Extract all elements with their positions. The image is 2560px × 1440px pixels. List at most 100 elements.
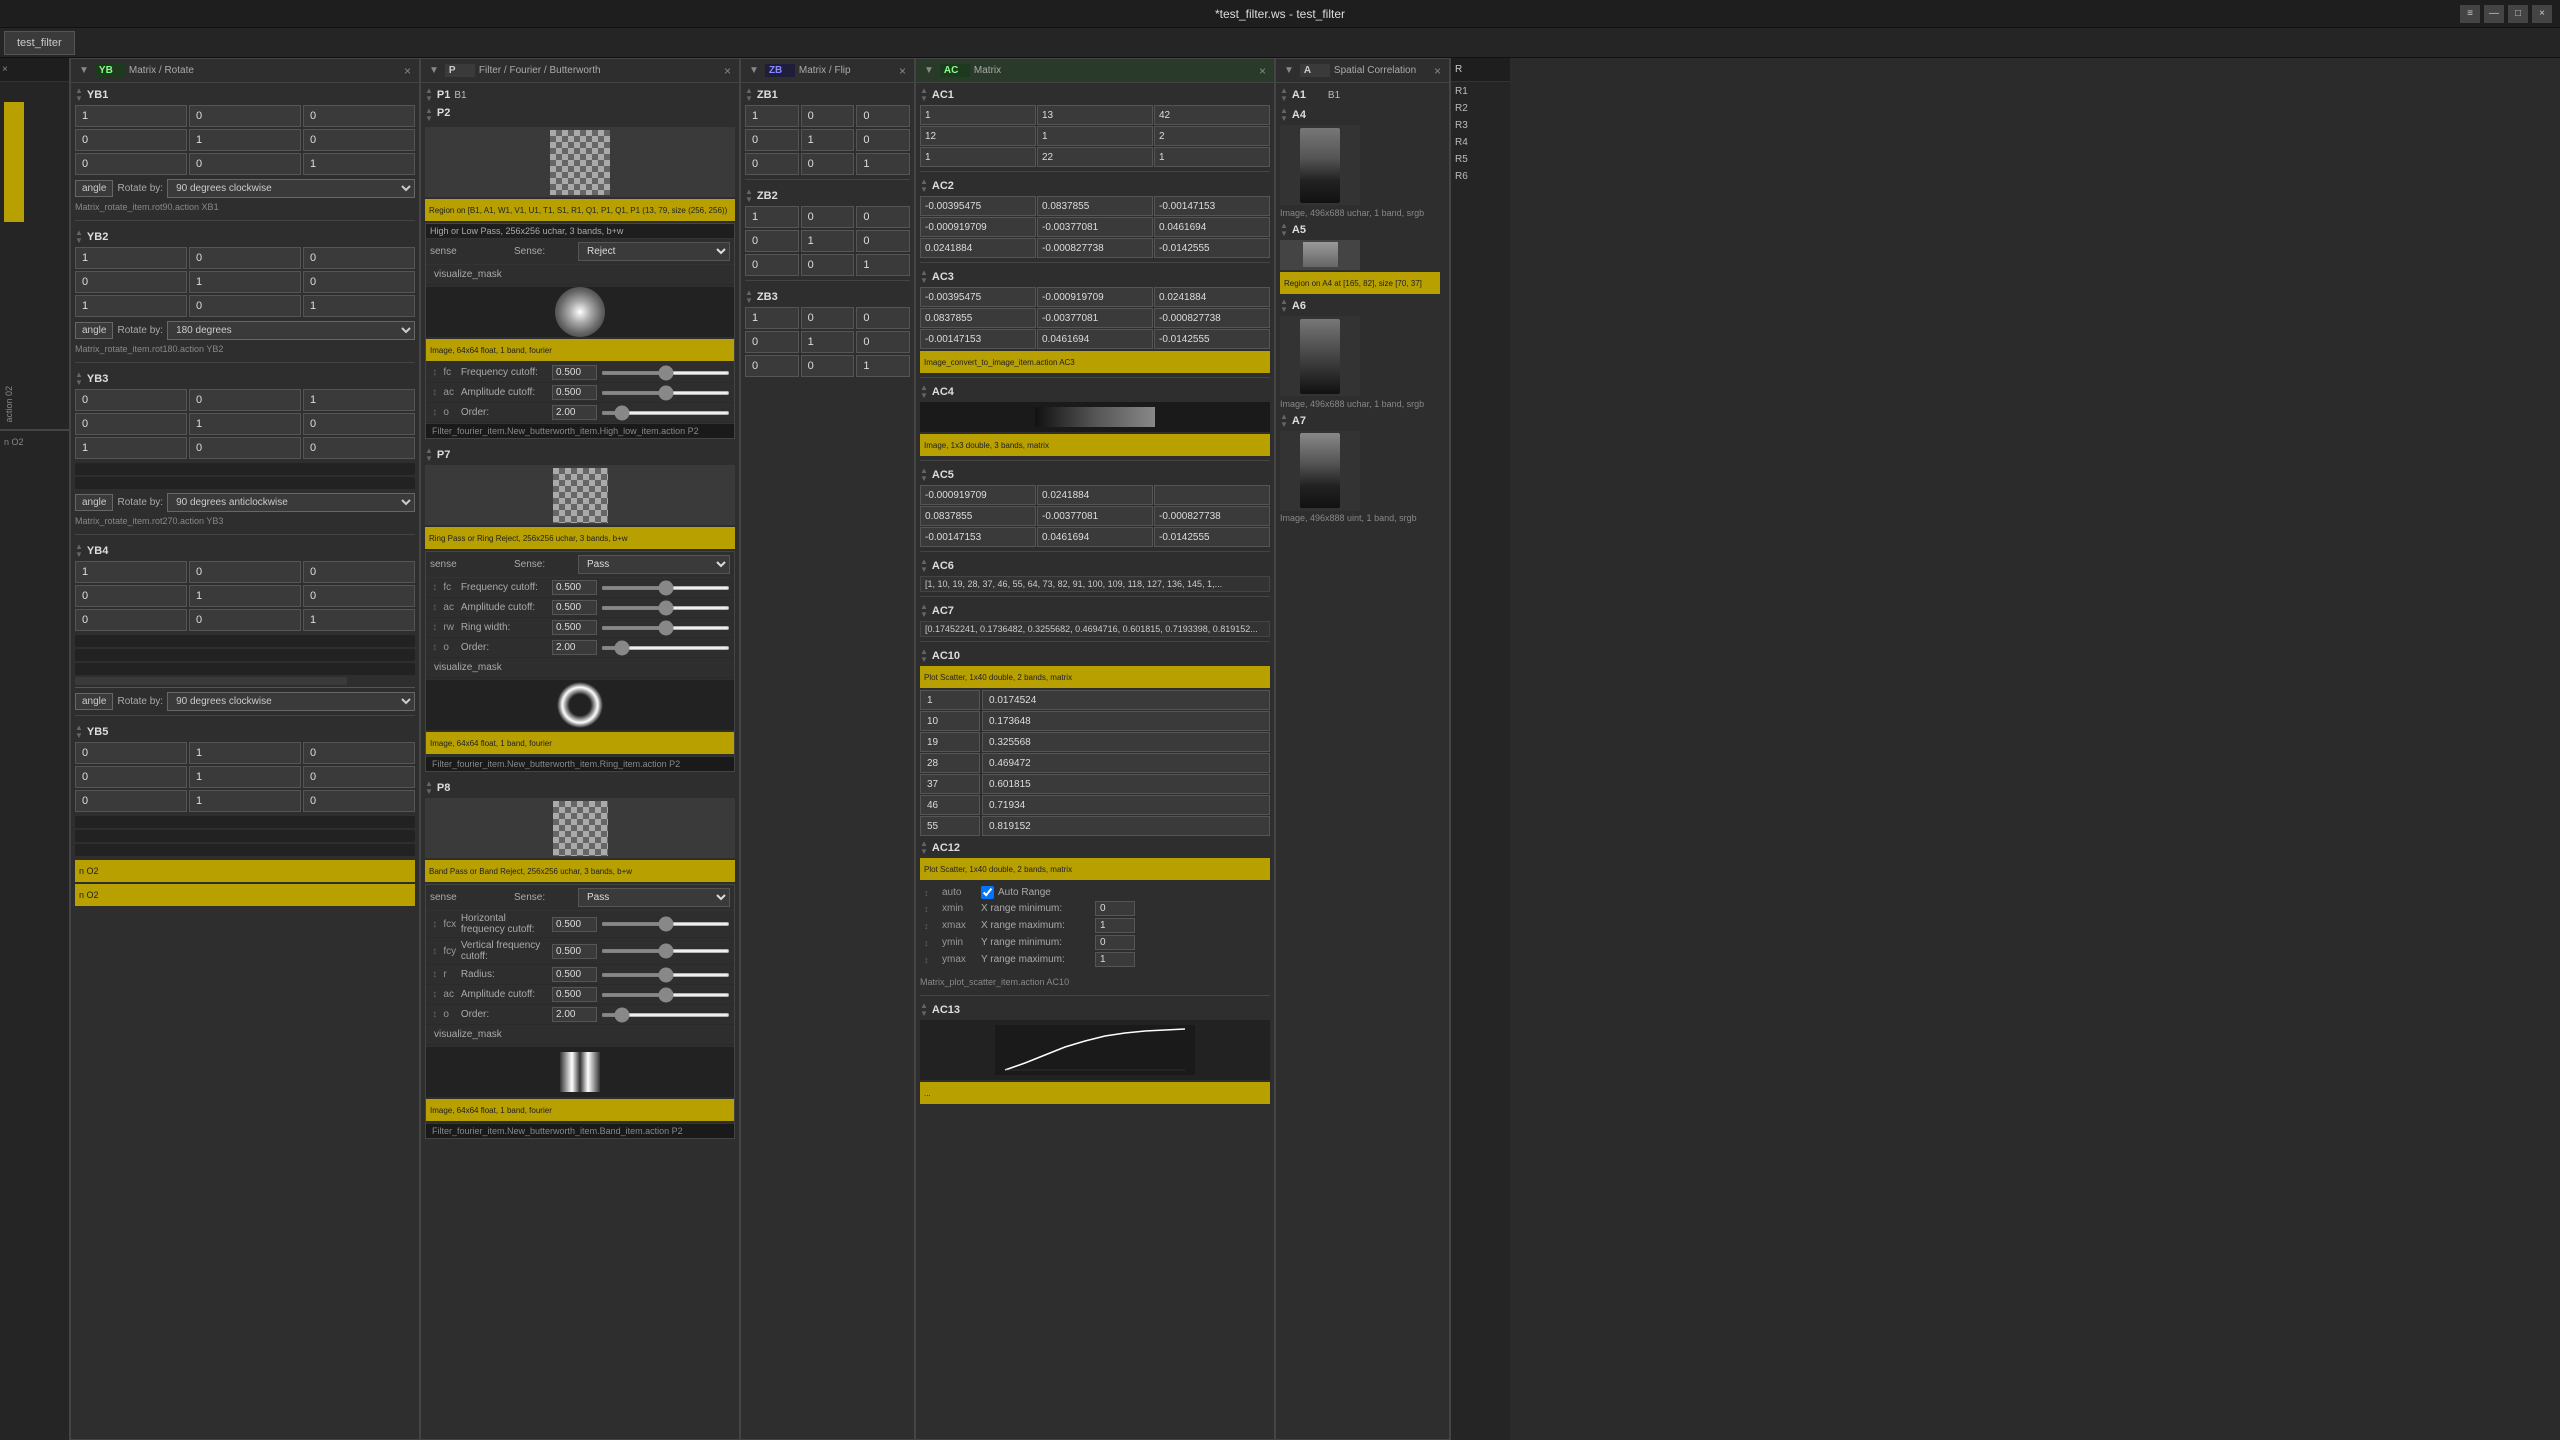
spatial-id: A bbox=[1300, 64, 1330, 77]
p2-fc-slider[interactable] bbox=[601, 371, 730, 375]
p8-r-row: ↕ r Radius: bbox=[426, 965, 734, 985]
p8-fcx-input[interactable] bbox=[552, 917, 597, 932]
yb4-rotate-select[interactable]: 90 degrees clockwise bbox=[167, 692, 415, 711]
p7-block: sense Sense: Pass Reject ↕ fc Frequency … bbox=[425, 551, 735, 772]
yb4-arrows[interactable]: ▲▼ bbox=[75, 543, 83, 559]
ac-id: AC bbox=[940, 64, 970, 77]
ac4-arrows[interactable]: ▲▼ bbox=[920, 384, 928, 400]
p8-r-slider[interactable] bbox=[601, 973, 730, 977]
yb2-rotate-select[interactable]: 90 degrees clockwise 180 degrees 90 degr… bbox=[167, 321, 415, 340]
ac12-arrows[interactable]: ▲▼ bbox=[920, 840, 928, 856]
p2-fc-input[interactable] bbox=[552, 365, 597, 380]
ac5-arrows[interactable]: ▲▼ bbox=[920, 467, 928, 483]
p8-fcx-slider[interactable] bbox=[601, 922, 730, 926]
ymin-input[interactable] bbox=[1095, 935, 1135, 950]
p7-sense-select[interactable]: Pass Reject bbox=[578, 555, 730, 574]
ac13-preview bbox=[920, 1020, 1270, 1080]
xmin-input[interactable] bbox=[1095, 901, 1135, 916]
zb3-arrows[interactable]: ▲▼ bbox=[745, 289, 753, 305]
yb2-arrows[interactable]: ▲▼ bbox=[75, 229, 83, 245]
p8-o-input[interactable] bbox=[552, 1007, 597, 1022]
p8-fcx-row: ↕ fcx Horizontal frequency cutoff: bbox=[426, 911, 734, 938]
p2-o-slider[interactable] bbox=[601, 411, 730, 415]
p7-o-input[interactable] bbox=[552, 640, 597, 655]
p7-rw-input[interactable] bbox=[552, 620, 597, 635]
p8-arrows[interactable]: ▲▼ bbox=[425, 780, 433, 796]
yb5-arrows[interactable]: ▲▼ bbox=[75, 724, 83, 740]
p2-sense-select[interactable]: Reject Pass bbox=[578, 242, 730, 261]
menu-button[interactable]: ≡ bbox=[2460, 5, 2480, 23]
p2-ac-slider[interactable] bbox=[601, 391, 730, 395]
fourier-collapse[interactable]: ▼ bbox=[427, 65, 441, 76]
ac2-arrows[interactable]: ▲▼ bbox=[920, 178, 928, 194]
spatial-collapse[interactable]: ▼ bbox=[1282, 65, 1296, 76]
ac-content: ▲▼ AC1 11342 1212 1221 ▲▼ AC2 -0.0039547… bbox=[916, 83, 1274, 1439]
p7-rw-slider[interactable] bbox=[601, 626, 730, 630]
p2-ac-row: ↕ ac Amplitude cutoff: bbox=[426, 383, 734, 403]
yb3-rotate-select[interactable]: 90 degrees clockwise 180 degrees 90 degr… bbox=[167, 493, 415, 512]
yb3-matrix: 001 010 100 bbox=[75, 389, 415, 459]
window-title: *test_filter.ws - test_filter bbox=[1215, 7, 1345, 21]
yb1-rotate-select[interactable]: 90 degrees clockwise 180 degrees 90 degr… bbox=[167, 179, 415, 198]
auto-range-checkbox[interactable] bbox=[981, 886, 994, 899]
ac1-block: ▲▼ AC1 11342 1212 1221 bbox=[920, 87, 1270, 172]
yb1-arrows[interactable]: ▲▼ bbox=[75, 87, 83, 103]
close-button[interactable]: × bbox=[2532, 5, 2552, 23]
ymax-input[interactable] bbox=[1095, 952, 1135, 967]
p8-sense-select[interactable]: Pass Reject bbox=[578, 888, 730, 907]
ac10-arrows[interactable]: ▲▼ bbox=[920, 648, 928, 664]
p2-ac-input[interactable] bbox=[552, 385, 597, 400]
maximize-button[interactable]: □ bbox=[2508, 5, 2528, 23]
ac3-arrows[interactable]: ▲▼ bbox=[920, 269, 928, 285]
flip-close[interactable]: × bbox=[897, 64, 908, 78]
a4-arrows[interactable]: ▲▼ bbox=[1280, 107, 1288, 123]
tab-test-filter[interactable]: test_filter bbox=[4, 31, 75, 55]
p8-o-slider[interactable] bbox=[601, 1013, 730, 1017]
ac13-arrows[interactable]: ▲▼ bbox=[920, 1002, 928, 1018]
p1-arrows[interactable]: ▲▼ bbox=[425, 87, 433, 103]
p7-ac-slider[interactable] bbox=[601, 606, 730, 610]
ac-collapse[interactable]: ▼ bbox=[922, 65, 936, 76]
a6-arrows[interactable]: ▲▼ bbox=[1280, 298, 1288, 314]
p7-fc-input[interactable] bbox=[552, 580, 597, 595]
yb1-block: ▲▼ YB1 100 010 001 angle Rotate by: 90 d… bbox=[75, 87, 415, 221]
ac-close[interactable]: × bbox=[1257, 64, 1268, 78]
ac6-text: [1, 10, 19, 28, 37, 46, 55, 64, 73, 82, … bbox=[920, 576, 1270, 592]
ac7-arrows[interactable]: ▲▼ bbox=[920, 603, 928, 619]
matrix-rotate-collapse[interactable]: ▼ bbox=[77, 65, 91, 76]
yb2-angle-btn[interactable]: angle bbox=[75, 322, 113, 339]
r1-label: R1 bbox=[1455, 86, 1506, 97]
left-panel-collapse[interactable]: × bbox=[0, 64, 10, 75]
xmax-input[interactable] bbox=[1095, 918, 1135, 933]
minimize-button[interactable]: — bbox=[2484, 5, 2504, 23]
ac1-arrows[interactable]: ▲▼ bbox=[920, 87, 928, 103]
p7-ac-input[interactable] bbox=[552, 600, 597, 615]
a7-arrows[interactable]: ▲▼ bbox=[1280, 413, 1288, 429]
fourier-close[interactable]: × bbox=[722, 64, 733, 78]
p7-o-slider[interactable] bbox=[601, 646, 730, 650]
left-action-panel: × action 02 n O2 bbox=[0, 58, 70, 1440]
p2-o-input[interactable] bbox=[552, 405, 597, 420]
zb2-arrows[interactable]: ▲▼ bbox=[745, 188, 753, 204]
p7-arrows[interactable]: ▲▼ bbox=[425, 447, 433, 463]
p7-fc-slider[interactable] bbox=[601, 586, 730, 590]
zb1-arrows[interactable]: ▲▼ bbox=[745, 87, 753, 103]
p8-fcy-input[interactable] bbox=[552, 944, 597, 959]
yb1-angle-btn[interactable]: angle bbox=[75, 180, 113, 197]
matrix-rotate-close[interactable]: × bbox=[402, 64, 413, 78]
p8-fcy-slider[interactable] bbox=[601, 949, 730, 953]
p8-ac-slider[interactable] bbox=[601, 993, 730, 997]
p8-r-input[interactable] bbox=[552, 967, 597, 982]
yb3-arrows[interactable]: ▲▼ bbox=[75, 371, 83, 387]
p2-arrows[interactable]: ▲▼ bbox=[425, 107, 433, 123]
p8-ac-input[interactable] bbox=[552, 987, 597, 1002]
a5-arrows[interactable]: ▲▼ bbox=[1280, 222, 1288, 238]
matrix-rotate-title: Matrix / Rotate bbox=[129, 65, 194, 76]
yb4-angle-btn[interactable]: angle bbox=[75, 693, 113, 710]
a1-arrows[interactable]: ▲▼ bbox=[1280, 87, 1288, 103]
flip-id: ZB bbox=[765, 64, 795, 77]
ac6-arrows[interactable]: ▲▼ bbox=[920, 558, 928, 574]
yb3-angle-btn[interactable]: angle bbox=[75, 494, 113, 511]
flip-collapse[interactable]: ▼ bbox=[747, 65, 761, 76]
spatial-close[interactable]: × bbox=[1432, 64, 1443, 78]
